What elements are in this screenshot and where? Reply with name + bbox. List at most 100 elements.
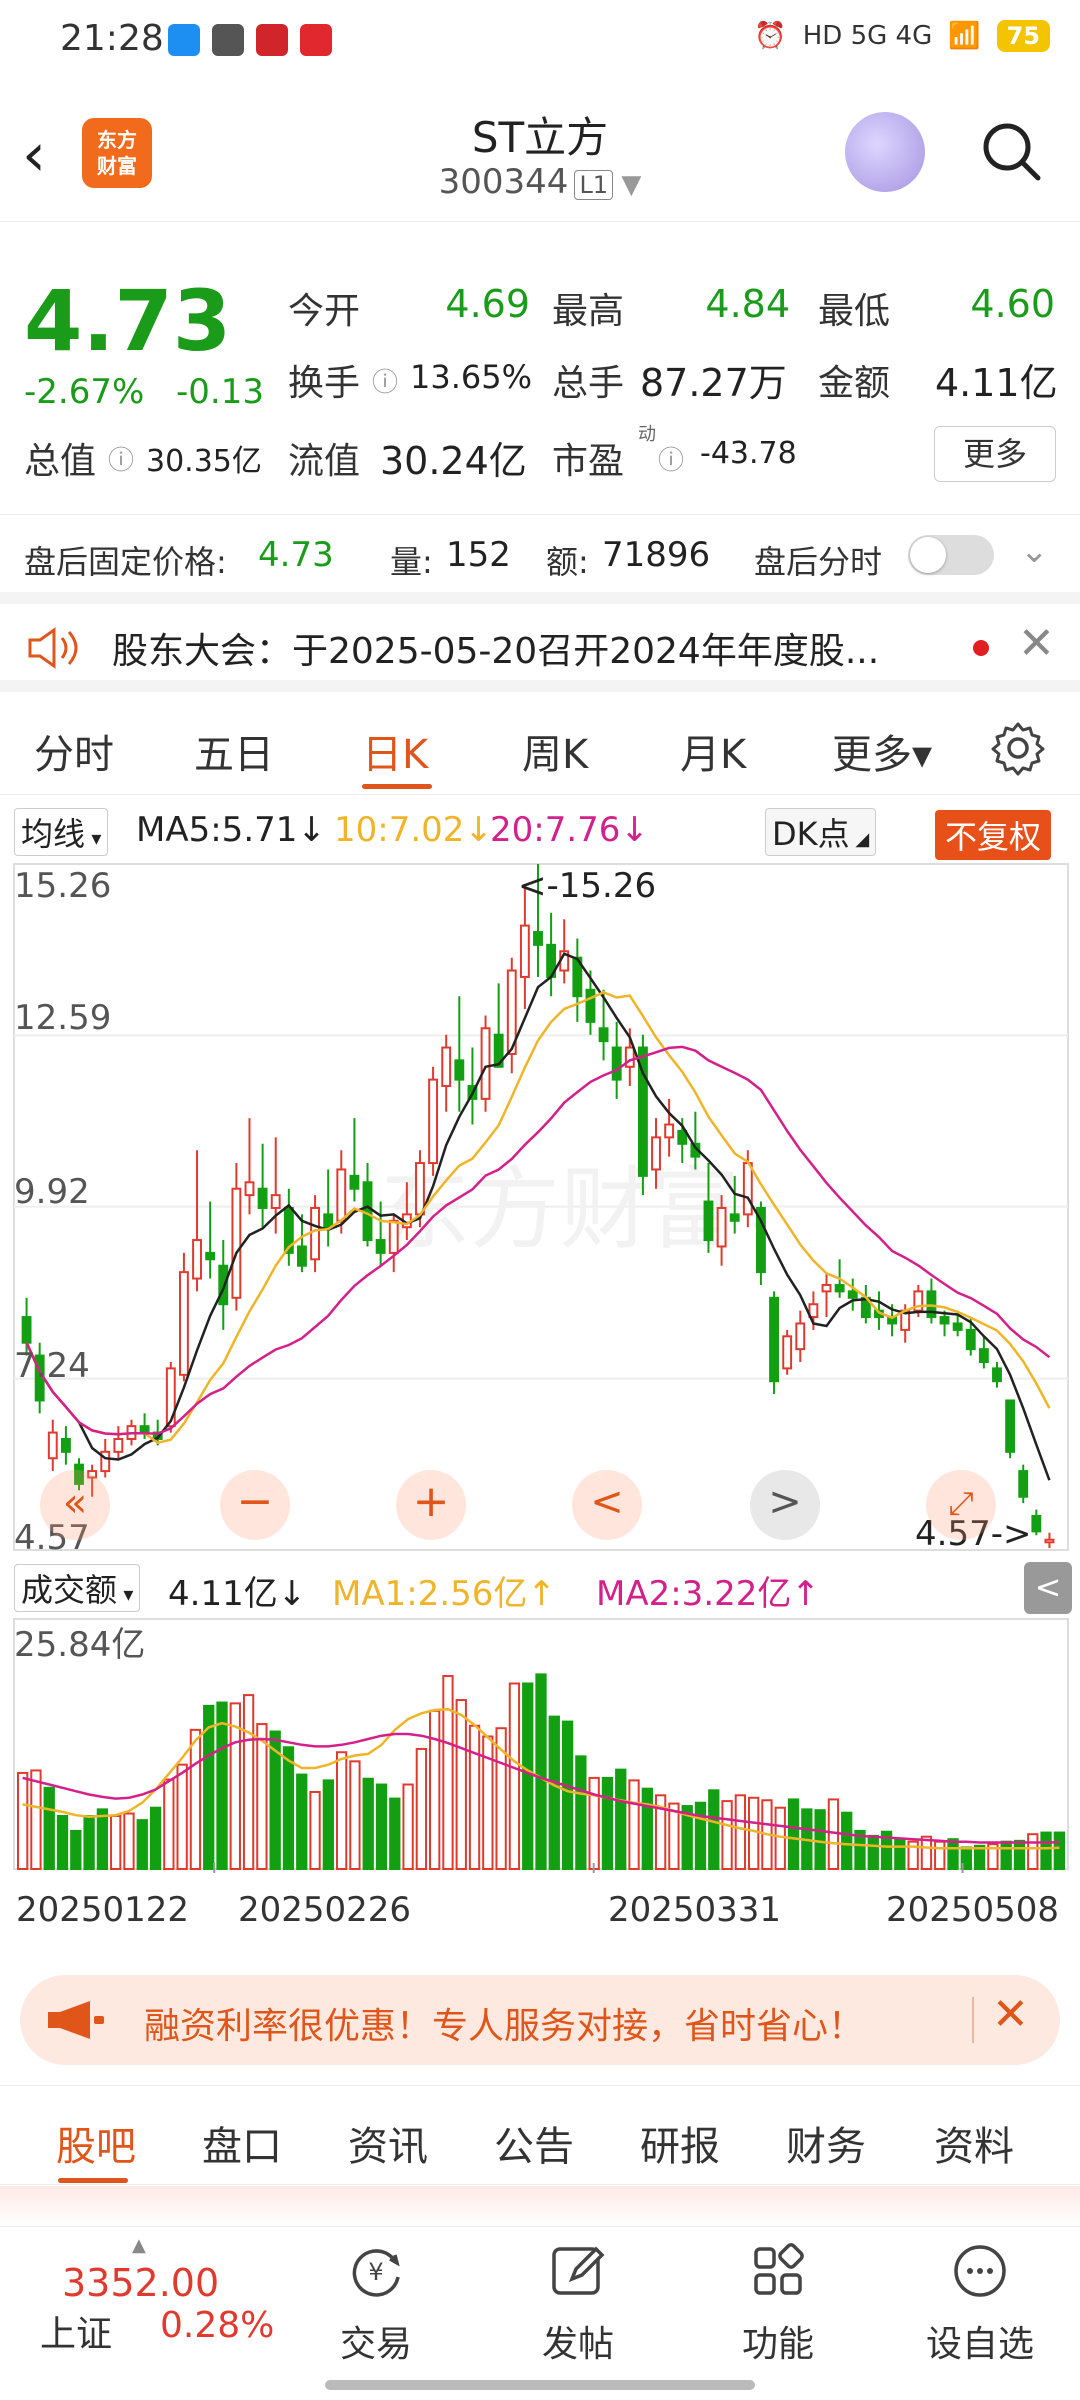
status-bar: 21:28 ⏰ HD 5G 4G 📶 75 [0, 0, 1080, 82]
volume-selector-label: 成交额 [21, 1571, 118, 1609]
candle [651, 1136, 661, 1171]
candle [60, 1437, 71, 1453]
volume-selector[interactable]: 成交额 ▾ [14, 1564, 141, 1612]
tab-daily-k[interactable]: 日K [362, 722, 428, 780]
candle [847, 1290, 858, 1299]
after-timeshare-label: 盘后分时 [754, 543, 883, 581]
volume-bar [721, 1800, 733, 1870]
volume-bar [455, 1699, 467, 1871]
tab-forum[interactable]: 股吧 [56, 2114, 136, 2172]
volume-bar [920, 1835, 933, 1870]
volume-bar [149, 1806, 162, 1870]
info-icon[interactable]: ⓘ [372, 362, 398, 399]
close-icon[interactable]: ✕ [992, 1989, 1029, 2040]
dk-point-button[interactable]: DK点 ◢ [765, 808, 877, 856]
promo-text[interactable]: 融资利率很优惠！专人服务对接，省时省心！ [144, 1997, 864, 2049]
nav-trade[interactable]: ¥ 交易 [306, 2241, 446, 2367]
last-price: 4.73 [24, 272, 232, 370]
pe-value: -43.78 [700, 436, 797, 471]
gear-icon[interactable] [990, 720, 1046, 776]
volume-bar [601, 1776, 614, 1870]
volume-bar [70, 1829, 82, 1870]
candle [1031, 1514, 1042, 1533]
change-amount: -0.13 [176, 372, 264, 412]
info-icon[interactable]: ⓘ [658, 440, 684, 477]
volume-bar [1000, 1840, 1012, 1870]
tab-more[interactable]: 更多▾ [832, 722, 932, 780]
grid-icon [754, 2243, 804, 2295]
search-icon[interactable] [980, 120, 1042, 182]
prev-button[interactable]: < [572, 1470, 642, 1540]
volume-bar [123, 1812, 135, 1871]
tab-profile[interactable]: 资料 [934, 2114, 1014, 2172]
bottom-nav: ▲ 3352.00 上证 0.28% ¥ 交易 发帖 功能 设自选 [0, 2226, 1080, 2400]
x-tick-label: 20250331 [608, 1890, 782, 1930]
volume-bar [96, 1808, 109, 1871]
tab-order-book[interactable]: 盘口 [202, 2114, 282, 2172]
tab-timeshare[interactable]: 分时 [34, 722, 114, 780]
nav-add-watchlist[interactable]: 设自选 [910, 2241, 1050, 2367]
nav-functions[interactable]: 功能 [708, 2241, 848, 2367]
candle [834, 1283, 845, 1293]
volume-bar [402, 1783, 414, 1871]
notice-bar[interactable]: 股东大会：于2025-05-20召开2024年年度股... ✕ [0, 592, 1080, 692]
candle [952, 1322, 963, 1331]
float-label: 流值 [288, 441, 361, 482]
candle [533, 931, 543, 946]
next-button[interactable]: > [750, 1470, 820, 1540]
fullscreen-icon[interactable]: ⤢ [926, 1470, 996, 1540]
volume-bar [1053, 1831, 1066, 1871]
chevron-down-icon[interactable]: ⌄ [1020, 531, 1049, 571]
ma-selector[interactable]: 均线 ▾ [14, 808, 109, 856]
candle [729, 1213, 740, 1222]
index-value[interactable]: 3352.00 [62, 2261, 219, 2305]
after-hours-toggle[interactable] [908, 535, 994, 575]
tab-five-day[interactable]: 五日 [194, 722, 274, 780]
candle [716, 1206, 727, 1248]
zoom-in-button[interactable]: + [396, 1470, 466, 1540]
volume-value: 87.27万 [640, 361, 787, 405]
tab-finance[interactable]: 财务 [786, 2114, 866, 2172]
close-icon[interactable]: ✕ [1018, 618, 1055, 669]
zoom-out-button[interactable]: − [220, 1470, 290, 1540]
index-percent[interactable]: 0.28% [160, 2305, 274, 2346]
float-value: 30.24亿 [380, 439, 527, 483]
candle [375, 1239, 386, 1254]
chevron-up-icon[interactable]: ▲ [132, 2235, 146, 2256]
tab-news[interactable]: 资讯 [348, 2114, 428, 2172]
tab-weekly-k[interactable]: 周K [522, 722, 588, 780]
svg-text:¥: ¥ [368, 2258, 383, 2286]
high-label: 最高 [552, 291, 625, 332]
nav-post[interactable]: 发帖 [508, 2241, 648, 2367]
assistant-avatar[interactable] [845, 112, 925, 192]
notice-text[interactable]: 股东大会：于2025-05-20召开2024年年度股... [112, 622, 879, 674]
volume-bar [468, 1724, 481, 1870]
notification-icon [256, 24, 288, 56]
info-icon[interactable]: ⓘ [108, 440, 134, 477]
volume-bar [30, 1769, 42, 1871]
content-preview-strip [0, 2186, 1080, 2226]
promo-banner[interactable]: 融资利率很优惠！专人服务对接，省时省心！ ✕ [20, 1975, 1060, 2065]
level-badge: L1 [574, 170, 614, 200]
candle [1018, 1470, 1029, 1498]
more-button[interactable]: 更多 [934, 426, 1056, 482]
mktcap-label: 总值 [24, 441, 97, 482]
index-name[interactable]: 上证 [40, 2305, 112, 2357]
kline-chart[interactable]: 东方财富 15.26 12.59 9.92 7.24 4.57 <-15.26 … [0, 860, 1080, 1560]
volume-bar [748, 1796, 760, 1870]
volume-chart[interactable]: 25.84亿 [0, 1615, 1080, 1875]
jump-start-button[interactable]: « [40, 1470, 110, 1540]
tab-announcements[interactable]: 公告 [494, 2114, 574, 2172]
volume-svg[interactable] [0, 1615, 1080, 1875]
volume-bar [894, 1838, 906, 1871]
tab-research[interactable]: 研报 [640, 2114, 720, 2172]
stock-header: ‹ 东方 财富 ST立方 300344 L1 ▼ [0, 82, 1080, 222]
tab-monthly-k[interactable]: 月K [680, 722, 746, 780]
adjust-button[interactable]: 不复权 [935, 810, 1052, 860]
more-dots-icon [954, 2245, 1006, 2297]
collapse-button[interactable]: < [1024, 1562, 1072, 1614]
vol-ma2-label: MA2:3.22亿↑ [596, 1574, 820, 1614]
candle [165, 1367, 176, 1428]
kline-svg[interactable]: 东方财富 [0, 860, 1080, 1560]
mktcap-value: 30.35亿 [146, 444, 262, 479]
